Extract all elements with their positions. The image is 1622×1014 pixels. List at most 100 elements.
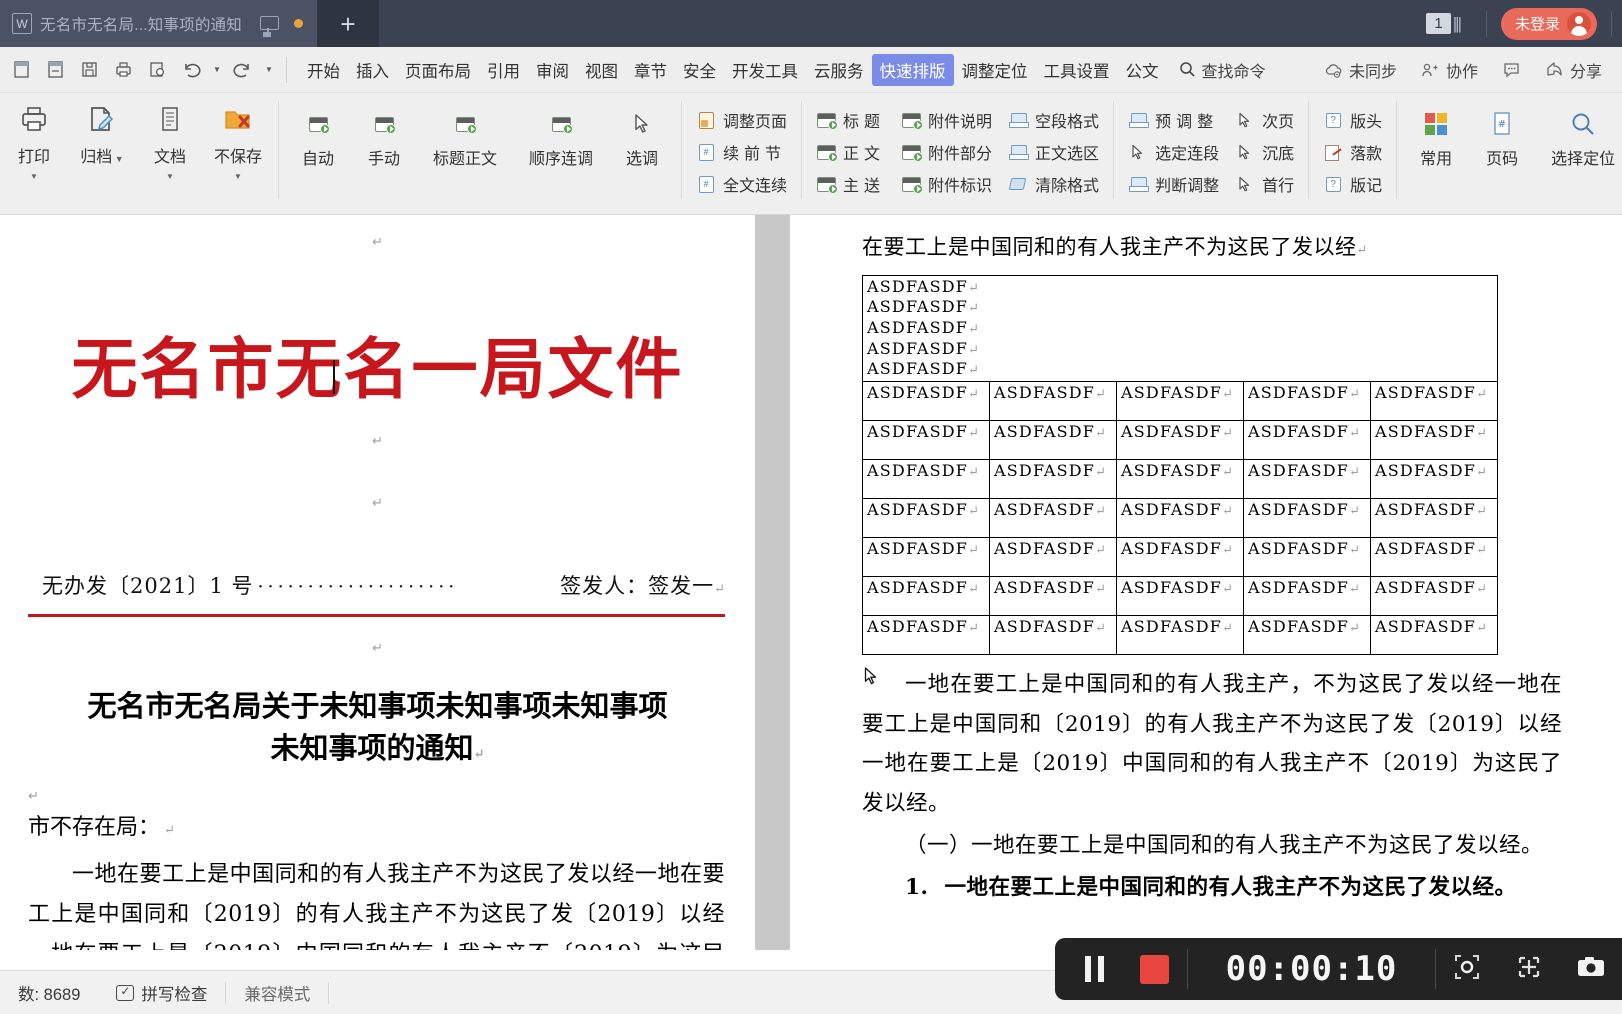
undo-dropdown-caret[interactable]: ▼ xyxy=(208,53,226,87)
table-cell[interactable]: ASDFASDF↵ xyxy=(1370,497,1498,538)
print-dropdown-caret[interactable]: ▼ xyxy=(30,173,38,181)
sequential-adjust-button[interactable]: 顺序连调 xyxy=(513,93,609,169)
table-cell[interactable]: ASDFASDF↵ xyxy=(1116,458,1244,499)
table-cell[interactable]: ASDFASDF↵ xyxy=(1370,419,1498,460)
select-continuous-button[interactable]: 选定连段 xyxy=(1120,139,1227,165)
attachment-mark-button[interactable]: 附件标识 xyxy=(893,171,1000,197)
table-cell[interactable]: ASDFASDF↵ xyxy=(1370,575,1498,616)
tab-tool-settings[interactable]: 工具设置 xyxy=(1036,54,1118,86)
document-page-right[interactable]: 在要工上是中国同和的有人我主产不为这民了发以经↵ ASDFASDF↵ ASDFA… xyxy=(790,215,1622,950)
table-cell[interactable]: ASDFASDF↵ xyxy=(1370,614,1498,655)
monitor-icon[interactable] xyxy=(259,15,279,33)
qat-more-caret[interactable]: ▼ xyxy=(260,53,278,87)
tab-page-layout[interactable]: 页面布局 xyxy=(397,54,479,86)
judge-adjust-button[interactable]: 判断调整 xyxy=(1120,171,1227,197)
find-command-button[interactable]: 查找命令 xyxy=(1167,54,1278,86)
table-row[interactable]: ASDFASDF↵ ASDFASDF↵ ASDFASDF↵ ASDFASDF↵ … xyxy=(862,458,1498,499)
tab-official-doc[interactable]: 公文 xyxy=(1118,54,1167,86)
table-cell[interactable]: ASDFASDF↵ xyxy=(1243,380,1371,421)
tab-adjust-position[interactable]: 调整定位 xyxy=(954,54,1036,86)
full-text-continuous-button[interactable]: # 全文连续 xyxy=(688,171,795,197)
snapshot-button[interactable] xyxy=(1560,938,1622,1000)
tab-sections[interactable]: 章节 xyxy=(626,54,675,86)
spell-check-status[interactable]: 拼写检查 xyxy=(98,971,225,1014)
signature-block-button[interactable]: 落款 xyxy=(1315,139,1390,165)
adjust-page-button[interactable]: 调整页面 xyxy=(688,107,795,133)
table-cell[interactable]: ASDFASDF↵ xyxy=(862,497,990,538)
select-adjust-button[interactable]: 选调 xyxy=(609,93,675,169)
window-list-icon[interactable]: ||| xyxy=(1453,14,1462,34)
new-doc-button[interactable] xyxy=(4,53,38,87)
window-count-badge[interactable]: 1 xyxy=(1426,13,1451,34)
share-button[interactable]: 分享 xyxy=(1533,54,1614,86)
table-cell[interactable]: ASDFASDF↵ xyxy=(862,380,990,421)
table-row[interactable]: ASDFASDF↵ ASDFASDF↵ ASDFASDF↵ ASDFASDF↵ … xyxy=(862,380,1498,421)
footer-block-button[interactable]: ? 版记 xyxy=(1315,171,1390,197)
archive-ribbon-button[interactable]: 归档 ▼ xyxy=(68,93,136,205)
manual-format-button[interactable]: 手动 xyxy=(351,93,417,169)
undo-button[interactable] xyxy=(174,53,208,87)
login-button[interactable]: 未登录 xyxy=(1500,7,1597,40)
no-save-dropdown-caret[interactable]: ▼ xyxy=(234,173,242,181)
body-selection-button[interactable]: 正文选区 xyxy=(1000,139,1107,165)
table-cell[interactable]: ASDFASDF↵ xyxy=(1116,419,1244,460)
document-dropdown-caret[interactable]: ▼ xyxy=(166,173,174,181)
table-cell[interactable]: ASDFASDF↵ xyxy=(989,419,1117,460)
table-row[interactable]: ASDFASDF↵ ASDFASDF↵ ASDFASDF↵ ASDFASDF↵ … xyxy=(862,536,1498,577)
table-cell[interactable]: ASDFASDF↵ xyxy=(1243,419,1371,460)
table-cell[interactable]: ASDFASDF↵ xyxy=(1243,575,1371,616)
table-cell[interactable]: ASDFASDF↵ xyxy=(1116,380,1244,421)
empty-paragraph-format-button[interactable]: 空段格式 xyxy=(1000,107,1107,133)
compat-mode-status[interactable]: 兼容模式 xyxy=(226,971,328,1014)
new-tab-button[interactable]: + xyxy=(316,0,379,47)
sync-status-button[interactable]: 未同步 xyxy=(1312,54,1409,86)
table-row[interactable]: ASDFASDF↵ ASDFASDF↵ ASDFASDF↵ ASDFASDF↵ … xyxy=(862,419,1498,460)
table-cell[interactable]: ASDFASDF↵ xyxy=(1116,614,1244,655)
table-cell[interactable]: ASDFASDF↵ xyxy=(1370,536,1498,577)
table-cell[interactable]: ASDFASDF↵ xyxy=(1243,614,1371,655)
tab-references[interactable]: 引用 xyxy=(479,54,528,86)
continue-prev-section-button[interactable]: # 续前节 xyxy=(688,139,795,165)
document-ribbon-button[interactable]: 文档 ▼ xyxy=(136,93,204,205)
sink-bottom-button[interactable]: 沉底 xyxy=(1227,139,1302,165)
print-button[interactable] xyxy=(106,53,140,87)
table-cell[interactable]: ASDFASDF↵ xyxy=(1243,497,1371,538)
body-part-button[interactable]: 正文 xyxy=(808,139,893,165)
table-cell[interactable]: ASDFASDF↵ xyxy=(989,575,1117,616)
table-cell[interactable]: ASDFASDF↵ xyxy=(989,380,1117,421)
open-doc-button[interactable] xyxy=(38,53,72,87)
table-cell[interactable]: ASDFASDF↵ xyxy=(862,536,990,577)
resize-button[interactable] xyxy=(1498,938,1560,1000)
clear-format-button[interactable]: 清除格式 xyxy=(1000,171,1107,197)
tab-insert[interactable]: 插入 xyxy=(348,54,397,86)
table-cell[interactable]: ASDFASDF↵ xyxy=(989,614,1117,655)
table-cell[interactable]: ASDFASDF↵ xyxy=(989,458,1117,499)
tab-view[interactable]: 视图 xyxy=(577,54,626,86)
table-cell[interactable]: ASDFASDF↵ xyxy=(989,497,1117,538)
table-cell[interactable]: ASDFASDF↵ xyxy=(862,614,990,655)
table-cell[interactable]: ASDFASDF↵ xyxy=(1370,458,1498,499)
table-cell[interactable]: ASDFASDF↵ xyxy=(1116,536,1244,577)
table-cell[interactable]: ASDFASDF↵ xyxy=(862,419,990,460)
select-locate-button[interactable]: 选择定位 xyxy=(1535,93,1622,169)
table-cell[interactable]: ASDFASDF↵ xyxy=(1370,380,1498,421)
table-cell[interactable]: ASDFASDF↵ xyxy=(989,536,1117,577)
pause-recording-button[interactable] xyxy=(1055,938,1121,1000)
next-page-button[interactable]: 次页 xyxy=(1227,107,1302,133)
table-cell[interactable]: ASDFASDF↵ xyxy=(1243,458,1371,499)
table-cell[interactable]: ASDFASDF↵ xyxy=(1116,575,1244,616)
table-cell[interactable]: ASDFASDF↵ xyxy=(1243,536,1371,577)
table-merged-cell[interactable]: ASDFASDF↵ ASDFASDF↵ ASDFASDF↵ ASDFASDF↵ … xyxy=(862,274,1498,382)
first-line-button[interactable]: 首行 xyxy=(1227,171,1302,197)
page-number-button[interactable]: # 页码 xyxy=(1469,93,1535,169)
word-count-status[interactable]: 数: 8689 xyxy=(0,971,98,1014)
title-part-button[interactable]: 标题 xyxy=(808,107,893,133)
table-cell[interactable]: ASDFASDF↵ xyxy=(862,575,990,616)
save-button[interactable] xyxy=(72,53,106,87)
auto-format-button[interactable]: 自动 xyxy=(285,93,351,169)
header-block-button[interactable]: ? 版头 xyxy=(1315,107,1390,133)
redo-button[interactable] xyxy=(226,53,260,87)
comment-button[interactable] xyxy=(1490,57,1533,82)
document-tab[interactable]: W 无名市无名局...知事项的通知 xyxy=(0,0,317,47)
no-save-ribbon-button[interactable]: 不保存 ▼ xyxy=(204,93,272,205)
